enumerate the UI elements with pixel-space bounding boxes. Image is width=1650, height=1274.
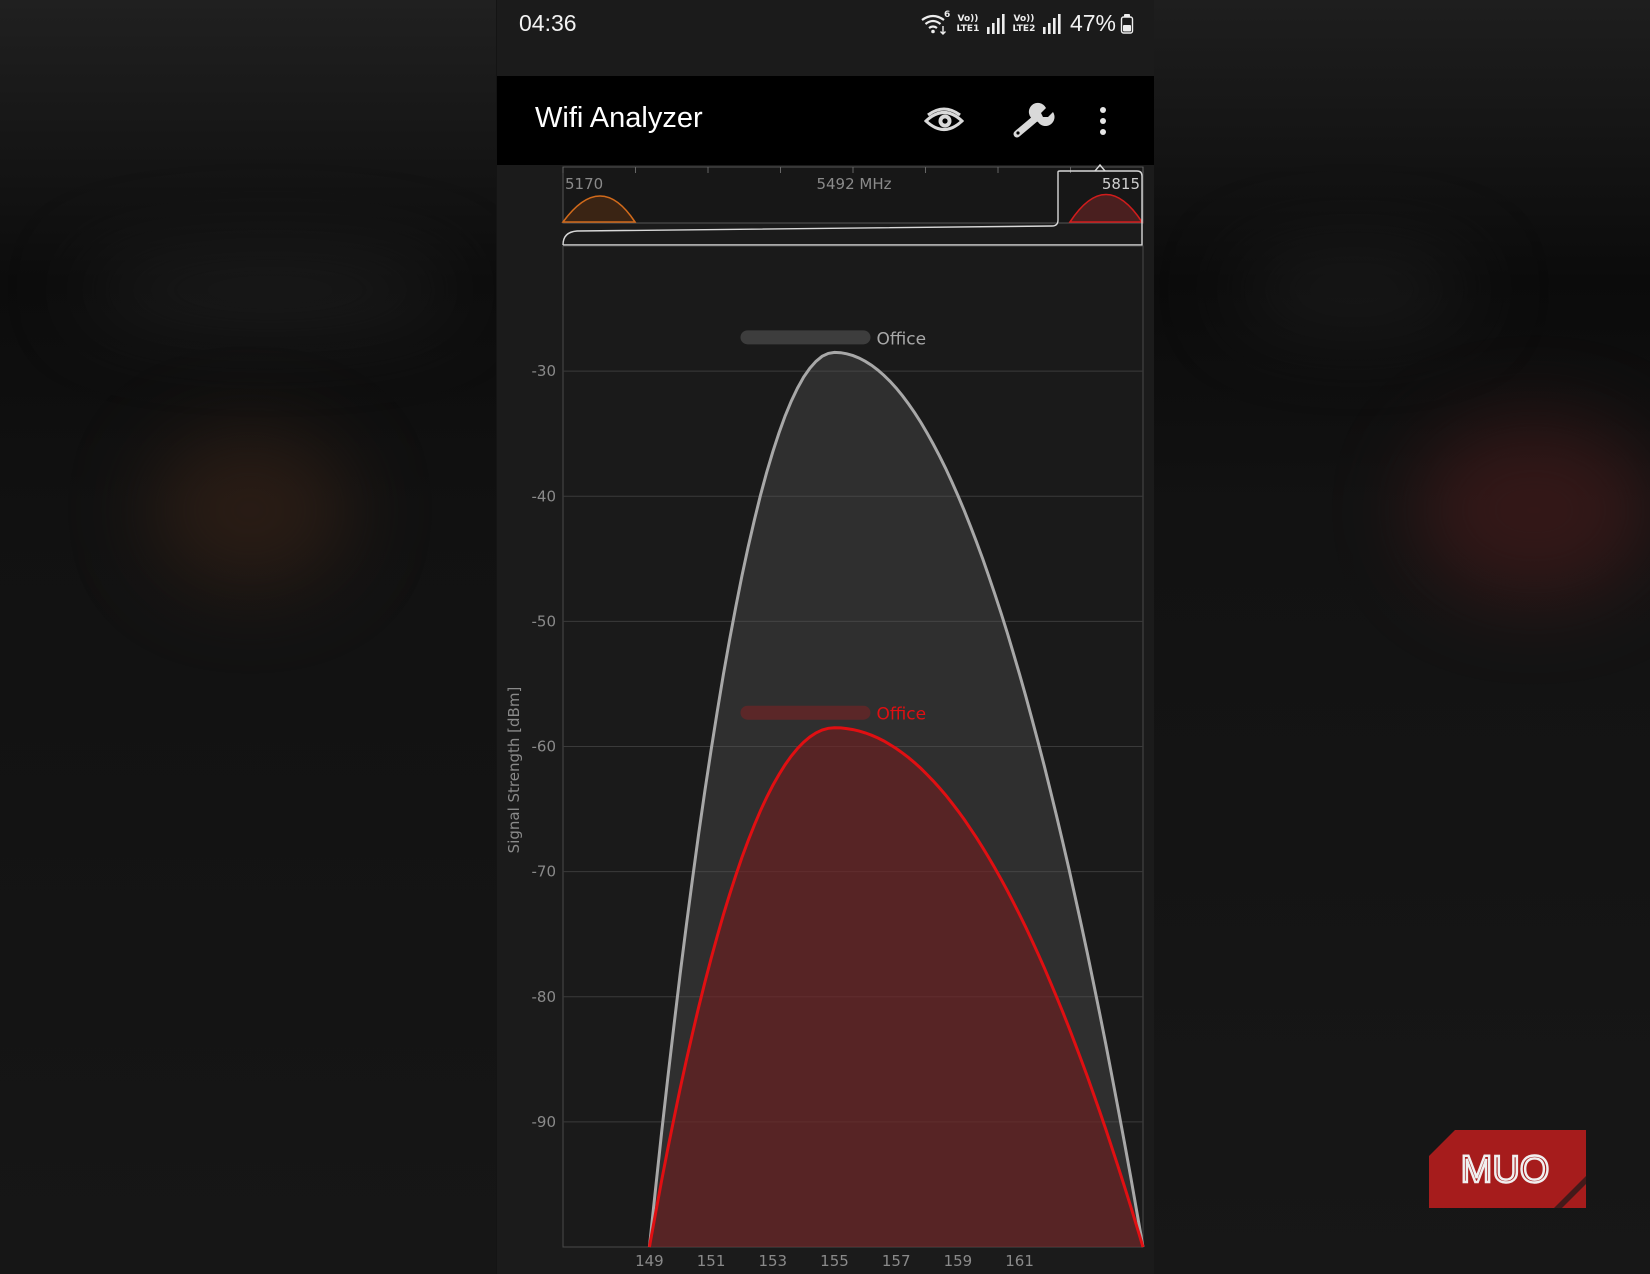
background-left bbox=[0, 0, 496, 1274]
x-tick-label: 153 bbox=[758, 1252, 787, 1270]
y-tick-label: -70 bbox=[532, 863, 557, 881]
x-tick-label: 151 bbox=[697, 1252, 726, 1270]
background-glow bbox=[1234, 250, 1474, 330]
y-tick-label: -80 bbox=[532, 988, 557, 1006]
series-label: Office bbox=[876, 329, 926, 349]
background-glow bbox=[80, 250, 460, 330]
ssid-redacted bbox=[740, 705, 871, 720]
background-glow bbox=[1414, 420, 1650, 600]
watermark-text: MUO bbox=[1461, 1149, 1550, 1191]
x-tick-label: 155 bbox=[820, 1252, 849, 1270]
x-tick-label: 159 bbox=[944, 1252, 973, 1270]
chart-svg: 5170 5492 MHz 5815 -30 -40 -50 -60 -70 -80 -90… bbox=[505, 163, 1145, 1270]
x-tick-label: 149 bbox=[635, 1252, 664, 1270]
ssid-redacted bbox=[740, 330, 871, 345]
y-tick-label: -90 bbox=[532, 1113, 557, 1131]
y-tick-label: -60 bbox=[532, 738, 557, 756]
x-tick-label: 161 bbox=[1005, 1252, 1034, 1270]
overview-freq-center: 5492 MHz bbox=[816, 175, 891, 193]
frequency-overview[interactable]: 5170 5492 MHz 5815 bbox=[561, 163, 1144, 246]
background-right bbox=[1154, 0, 1650, 1274]
y-tick-labels: -30 -40 -50 -60 -70 -80 -90 bbox=[532, 362, 557, 1131]
background-glow bbox=[150, 430, 350, 590]
y-tick-label: -40 bbox=[532, 487, 557, 505]
x-tick-label: 157 bbox=[882, 1252, 911, 1270]
overview-freq-end: 5815 bbox=[1102, 175, 1140, 193]
overview-freq-start: 5170 bbox=[565, 175, 603, 193]
series-label: Office bbox=[876, 705, 926, 725]
y-tick-label: -50 bbox=[532, 612, 557, 630]
muo-watermark-logo: MUO bbox=[1429, 1130, 1586, 1208]
x-tick-labels: 149 151 153 155 157 159 161 bbox=[635, 1252, 1034, 1270]
phone-screen: 04:36 6 Vo)) LTE1 Vo)) LTE2 47% Wifi Ana… bbox=[497, 0, 1154, 1274]
y-axis-label: Signal Strength [dBm] bbox=[505, 687, 523, 854]
y-tick-label: -30 bbox=[532, 362, 557, 380]
